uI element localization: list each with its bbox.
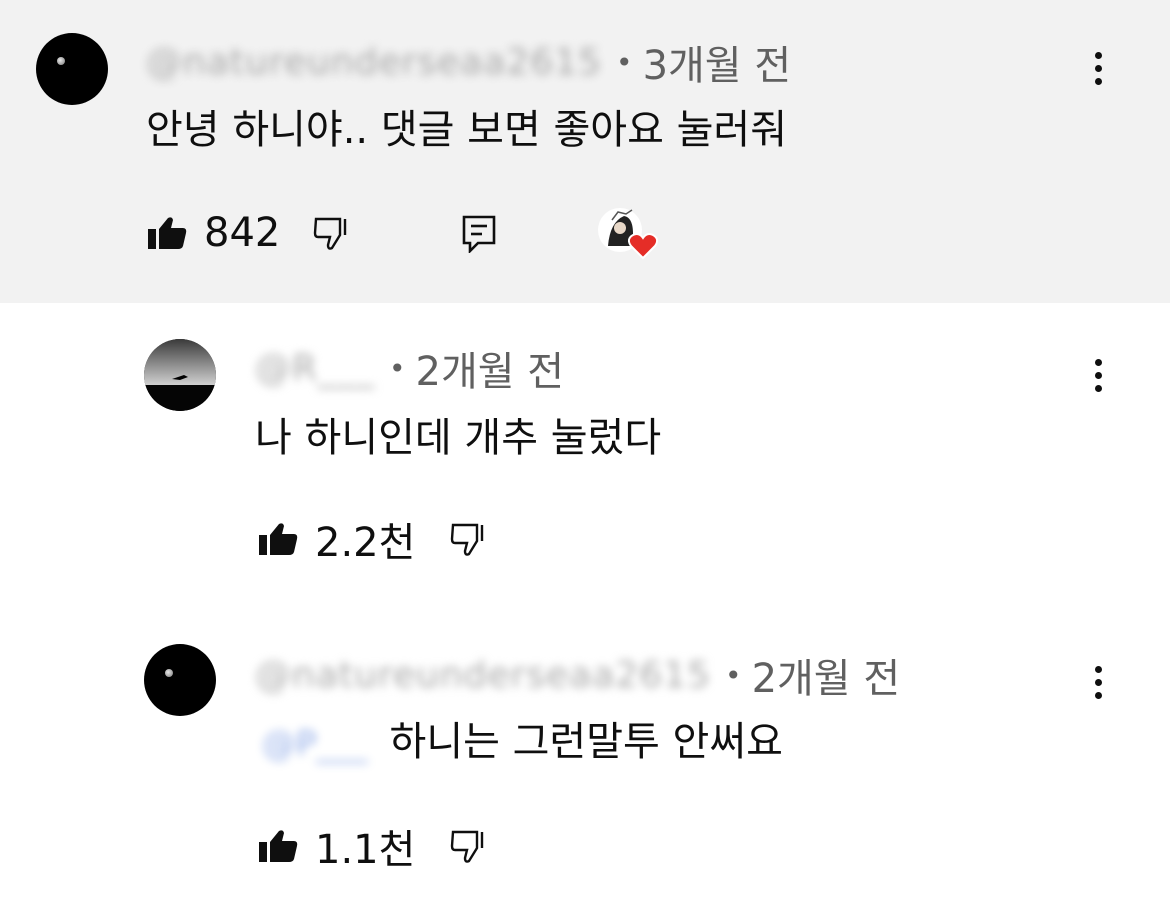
thumb-down-outline-icon bbox=[314, 217, 347, 250]
comment-text: 나 하니인데 개추 눌렀다 bbox=[255, 415, 662, 461]
comment-highlighted: @natureunderseaa2615 • 3개월 전 안녕 하니야.. 댓글… bbox=[0, 0, 1170, 303]
reply-button[interactable] bbox=[460, 213, 498, 253]
comment-meta: @natureunderseaa2615 • 2개월 전 bbox=[255, 650, 900, 703]
separator-dot: • bbox=[616, 45, 633, 79]
more-options-button[interactable] bbox=[1083, 38, 1113, 98]
like-count: 842 bbox=[204, 210, 281, 256]
separator-dot: • bbox=[389, 351, 406, 385]
more-options-button[interactable] bbox=[1083, 652, 1113, 712]
timestamp[interactable]: 3개월 전 bbox=[643, 33, 792, 91]
creator-heart-icon bbox=[628, 233, 659, 260]
like-count: 1.1천 bbox=[315, 827, 416, 873]
timestamp[interactable]: 2개월 전 bbox=[416, 339, 565, 397]
separator-dot: • bbox=[725, 658, 742, 692]
thumb-down-outline-icon bbox=[451, 523, 484, 556]
reply-comment: @R___ • 2개월 전 나 하니인데 개추 눌렀다 2.2천 bbox=[0, 303, 1170, 608]
username[interactable]: @natureunderseaa2615 bbox=[146, 42, 602, 83]
mention-link[interactable]: @P___ bbox=[262, 719, 368, 769]
like-count: 2.2천 bbox=[315, 520, 416, 566]
like-button[interactable] bbox=[257, 828, 299, 864]
comment-meta: @R___ • 2개월 전 bbox=[255, 343, 564, 396]
moon-icon bbox=[165, 669, 173, 677]
comment-text-line: @P___ 하니는 그런말투 안써요 bbox=[262, 717, 783, 767]
comment-text: 하니는 그런말투 안써요 bbox=[389, 719, 783, 765]
thumb-down-outline-icon bbox=[451, 830, 484, 863]
avatar[interactable] bbox=[36, 33, 108, 105]
reply-icon bbox=[463, 215, 496, 253]
comment-actions: 2.2천 bbox=[257, 509, 489, 569]
landscape-avatar-icon bbox=[144, 339, 216, 411]
thumb-up-filled-icon bbox=[259, 830, 298, 862]
comment-meta: @natureunderseaa2615 • 3개월 전 bbox=[146, 37, 791, 90]
username[interactable]: @R___ bbox=[255, 348, 375, 389]
like-button[interactable] bbox=[146, 215, 188, 251]
avatar[interactable] bbox=[144, 339, 216, 411]
more-options-button[interactable] bbox=[1083, 345, 1113, 405]
comment-actions: 1.1천 bbox=[257, 816, 489, 876]
dislike-button[interactable] bbox=[312, 215, 352, 251]
comment-text: 안녕 하니야.. 댓글 보면 좋아요 눌러줘 bbox=[146, 107, 788, 153]
comment-actions: 842 bbox=[146, 203, 659, 263]
like-button[interactable] bbox=[257, 521, 299, 557]
reply-comment: @natureunderseaa2615 • 2개월 전 @P___ 하니는 그런… bbox=[0, 608, 1170, 914]
creator-heart[interactable] bbox=[598, 206, 659, 260]
dislike-button[interactable] bbox=[449, 828, 489, 864]
thumb-up-filled-icon bbox=[259, 523, 298, 555]
timestamp[interactable]: 2개월 전 bbox=[752, 646, 901, 704]
username[interactable]: @natureunderseaa2615 bbox=[255, 655, 711, 696]
thumb-up-filled-icon bbox=[148, 217, 187, 249]
moon-icon bbox=[57, 57, 65, 65]
dislike-button[interactable] bbox=[449, 521, 489, 557]
avatar[interactable] bbox=[144, 644, 216, 716]
